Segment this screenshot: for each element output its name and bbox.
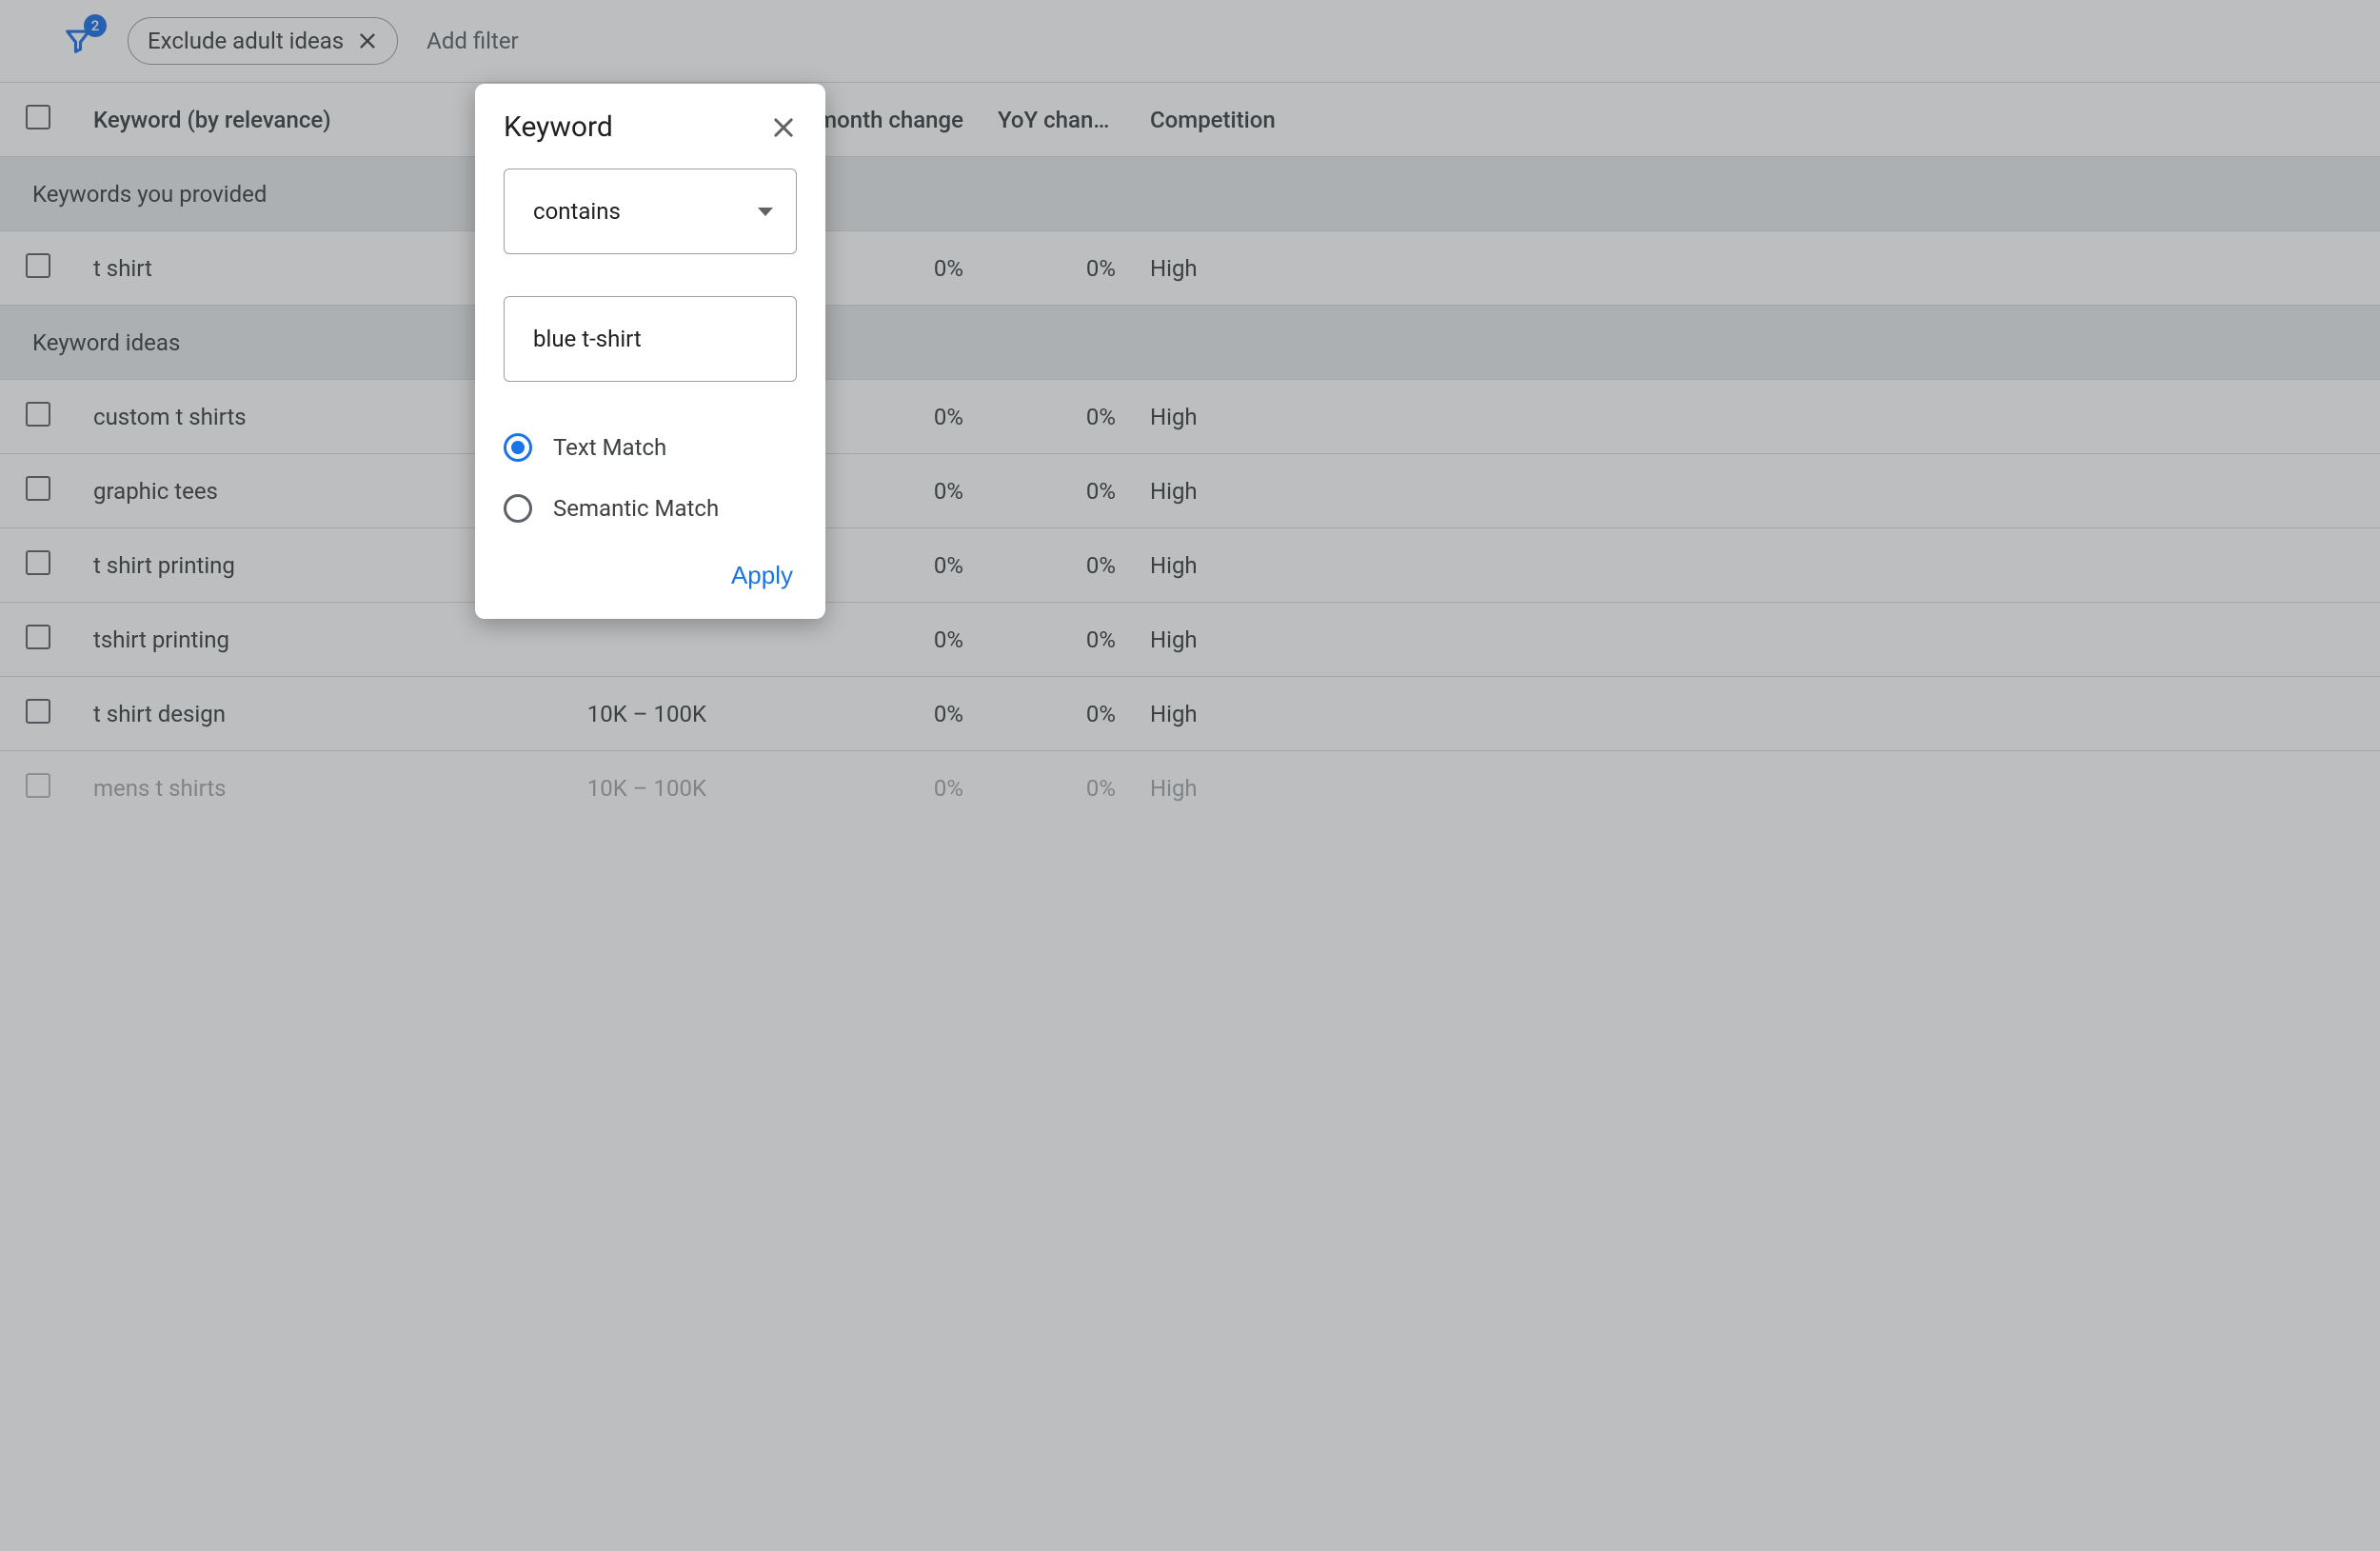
radio-icon xyxy=(504,433,532,462)
select-value: contains xyxy=(533,198,621,225)
keyword-filter-input[interactable] xyxy=(504,296,797,382)
radio-label: Text Match xyxy=(553,434,666,461)
caret-down-icon xyxy=(758,208,773,216)
apply-button[interactable]: Apply xyxy=(727,555,797,596)
close-icon[interactable] xyxy=(770,114,797,141)
radio-icon xyxy=(504,494,532,523)
radio-semantic-match[interactable]: Semantic Match xyxy=(504,494,797,523)
keyword-filter-popover: Keyword contains Text Match Semantic Mat… xyxy=(475,84,825,619)
modal-backdrop[interactable] xyxy=(0,0,2380,1551)
popover-title: Keyword xyxy=(504,110,613,144)
match-type-select[interactable]: contains xyxy=(504,169,797,254)
radio-text-match[interactable]: Text Match xyxy=(504,433,797,462)
radio-label: Semantic Match xyxy=(553,495,719,522)
